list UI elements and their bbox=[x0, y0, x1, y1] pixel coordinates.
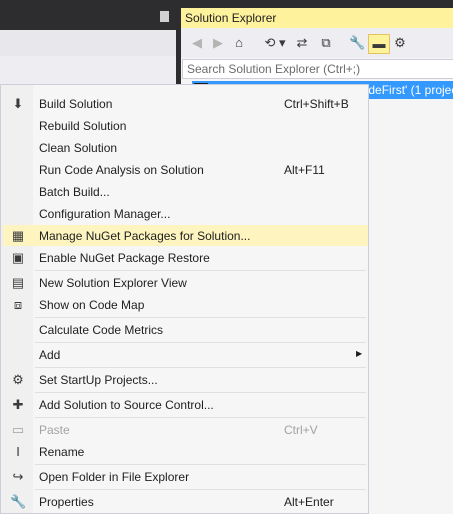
menu-item-label: Properties bbox=[39, 495, 94, 509]
menu-item-label: Paste bbox=[39, 423, 70, 437]
menu-item-label: Calculate Code Metrics bbox=[39, 323, 164, 337]
menu-item-new-solution-explorer-view[interactable]: ▤ New Solution Explorer View bbox=[3, 272, 368, 293]
solution-explorer-search-input[interactable]: Search Solution Explorer (Ctrl+;) bbox=[182, 59, 453, 79]
menu-separator bbox=[35, 270, 366, 271]
solution-explorer-title: Solution Explorer bbox=[185, 11, 277, 25]
editor-tab-strip bbox=[0, 30, 176, 57]
menu-item-label: Build Solution bbox=[39, 97, 113, 111]
menu-item-label: Clean Solution bbox=[39, 141, 118, 155]
menu-item-add-to-source-control[interactable]: ✚ Add Solution to Source Control... bbox=[3, 394, 368, 415]
solution-explorer-title-bar[interactable]: Solution Explorer bbox=[181, 8, 453, 28]
menu-item-configuration-manager[interactable]: Configuration Manager... bbox=[3, 203, 368, 224]
menu-separator bbox=[35, 367, 366, 368]
menu-item-label: Add Solution to Source Control... bbox=[39, 398, 214, 412]
menu-separator bbox=[35, 342, 366, 343]
menu-item-clean-solution[interactable]: Clean Solution bbox=[3, 137, 368, 158]
properties-wrench-icon[interactable]: 🔧 bbox=[349, 34, 365, 52]
menu-item-shortcut: Ctrl+V bbox=[284, 423, 318, 437]
menu-item-shortcut: Alt+F11 bbox=[284, 163, 325, 177]
menu-separator bbox=[35, 464, 366, 465]
home-icon[interactable]: ⌂ bbox=[231, 34, 247, 52]
open-folder-arrow-icon: ↪ bbox=[12, 469, 24, 484]
menu-item-show-on-code-map[interactable]: ⧈ Show on Code Map bbox=[3, 294, 368, 315]
preview-icon[interactable]: ▬ bbox=[368, 34, 390, 54]
menu-item-paste[interactable]: ▭ Paste Ctrl+V bbox=[3, 419, 368, 440]
gear-icon: ⚙ bbox=[12, 372, 24, 387]
history-icon[interactable]: ⟲ ▾ bbox=[261, 34, 289, 52]
solution-explorer-toolbar: ◀ ▶ ⌂ ⟲ ▾ ⇄ ⧉ 🔧 ▬ ⚙ bbox=[181, 28, 453, 58]
menu-item-open-folder[interactable]: ↪ Open Folder in File Explorer bbox=[3, 466, 368, 487]
new-view-icon: ▤ bbox=[11, 275, 25, 290]
paste-icon: ▭ bbox=[11, 422, 25, 437]
code-map-icon: ⧈ bbox=[13, 297, 23, 312]
menu-item-manage-nuget[interactable]: ▦ Manage NuGet Packages for Solution... bbox=[3, 225, 368, 246]
menu-item-label: Open Folder in File Explorer bbox=[39, 470, 190, 484]
menu-item-label: Set StartUp Projects... bbox=[39, 373, 158, 387]
menu-item-batch-build[interactable]: Batch Build... bbox=[3, 181, 368, 202]
menu-separator bbox=[35, 489, 366, 490]
forward-icon[interactable]: ▶ bbox=[210, 34, 226, 52]
menu-separator bbox=[35, 392, 366, 393]
search-placeholder: Search Solution Explorer (Ctrl+;) bbox=[187, 62, 361, 76]
back-icon[interactable]: ◀ bbox=[189, 34, 205, 52]
sync-icon[interactable]: ⇄ bbox=[294, 34, 310, 52]
menu-separator bbox=[35, 417, 366, 418]
menu-item-label: Add bbox=[39, 348, 61, 362]
context-menu: ⬇ Build Solution Ctrl+Shift+B Rebuild So… bbox=[0, 84, 369, 514]
menu-item-run-code-analysis[interactable]: Run Code Analysis on Solution Alt+F11 bbox=[3, 159, 368, 180]
menu-item-calculate-code-metrics[interactable]: Calculate Code Metrics bbox=[3, 319, 368, 340]
collapse-all-icon[interactable]: ⧉ bbox=[318, 34, 334, 52]
nuget-icon: ▦ bbox=[11, 228, 25, 243]
menu-item-shortcut: Ctrl+Shift+B bbox=[284, 97, 349, 111]
menu-item-rebuild-solution[interactable]: Rebuild Solution bbox=[3, 115, 368, 136]
menu-item-label: Run Code Analysis on Solution bbox=[39, 163, 204, 177]
menu-item-rename[interactable]: I Rename bbox=[3, 441, 368, 462]
menu-item-label: Show on Code Map bbox=[39, 298, 145, 312]
menu-item-set-startup-projects[interactable]: ⚙ Set StartUp Projects... bbox=[3, 369, 368, 390]
menu-item-label: Enable NuGet Package Restore bbox=[39, 251, 210, 265]
menu-item-properties[interactable]: 🔧 Properties Alt+Enter bbox=[3, 491, 368, 512]
package-restore-icon: ▣ bbox=[11, 250, 25, 265]
menu-item-label: Batch Build... bbox=[39, 185, 110, 199]
submenu-arrow-icon: ▶ bbox=[356, 349, 363, 358]
class-view-icon[interactable]: ⚙ bbox=[392, 34, 408, 52]
menu-item-label: Rebuild Solution bbox=[39, 119, 127, 133]
rename-icon: I bbox=[16, 444, 20, 459]
menu-item-add[interactable]: Add ▶ bbox=[3, 344, 368, 365]
menu-item-build-solution[interactable]: ⬇ Build Solution Ctrl+Shift+B bbox=[3, 93, 368, 114]
menu-item-label: Configuration Manager... bbox=[39, 207, 171, 221]
pin-icon[interactable] bbox=[160, 11, 169, 22]
menu-item-shortcut: Alt+Enter bbox=[284, 495, 334, 509]
source-control-icon: ✚ bbox=[12, 397, 24, 412]
menu-item-label: New Solution Explorer View bbox=[39, 276, 187, 290]
menu-item-enable-nuget-restore[interactable]: ▣ Enable NuGet Package Restore bbox=[3, 247, 368, 268]
menu-separator bbox=[35, 317, 366, 318]
build-icon: ⬇ bbox=[12, 96, 24, 111]
menu-item-label: Manage NuGet Packages for Solution... bbox=[39, 229, 251, 243]
wrench-icon: 🔧 bbox=[10, 494, 27, 509]
menu-item-label: Rename bbox=[39, 445, 85, 459]
